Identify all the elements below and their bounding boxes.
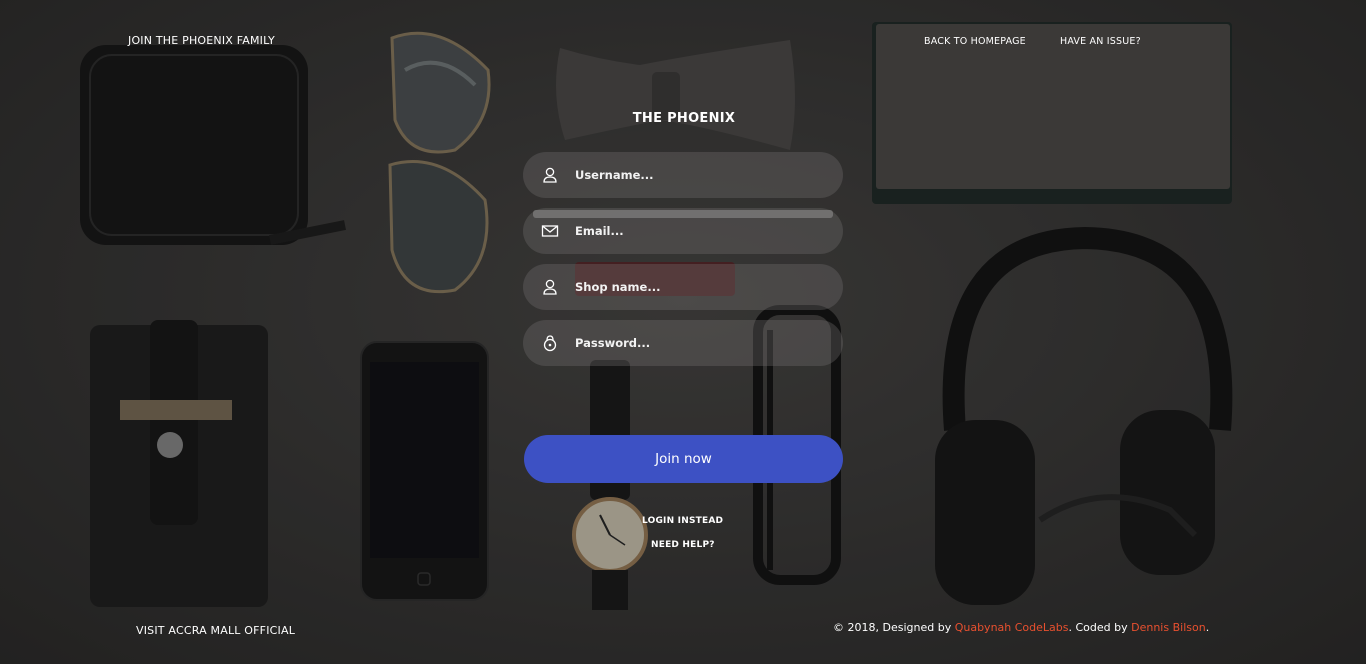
lock-icon	[541, 334, 559, 352]
back-to-homepage-link[interactable]: BACK TO HOMEPAGE	[924, 36, 1026, 47]
visit-accra-mall-link[interactable]: VISIT ACCRA MALL OFFICIAL	[136, 624, 295, 637]
shop-name-field	[523, 264, 843, 310]
username-input[interactable]	[575, 152, 825, 198]
password-field	[523, 320, 843, 366]
email-input[interactable]	[575, 208, 825, 254]
join-now-button[interactable]: Join now	[524, 435, 843, 483]
join-family-link[interactable]: JOIN THE PHOENIX FAMILY	[128, 34, 275, 47]
footer-prefix: © 2018, Designed by	[833, 621, 955, 634]
have-an-issue-link[interactable]: HAVE AN ISSUE?	[1060, 36, 1141, 47]
footer-suffix: .	[1205, 621, 1210, 634]
designer-link[interactable]: Quabynah CodeLabs	[955, 621, 1069, 634]
brand-title: THE PHOENIX	[632, 111, 736, 126]
envelope-icon	[541, 222, 559, 240]
need-help-link[interactable]: NEED HELP?	[651, 540, 715, 550]
footer-credits: © 2018, Designed by Quabynah CodeLabs. C…	[833, 621, 1209, 634]
login-instead-link[interactable]: LOGIN INSTEAD	[642, 516, 723, 526]
user-icon	[541, 278, 559, 296]
username-field	[523, 152, 843, 198]
coder-link[interactable]: Dennis Bilson	[1131, 621, 1206, 634]
email-field	[523, 208, 843, 254]
shop-name-input[interactable]	[575, 264, 825, 310]
user-icon	[541, 166, 559, 184]
footer-middle: . Coded by	[1068, 621, 1132, 634]
password-input[interactable]	[575, 320, 825, 366]
